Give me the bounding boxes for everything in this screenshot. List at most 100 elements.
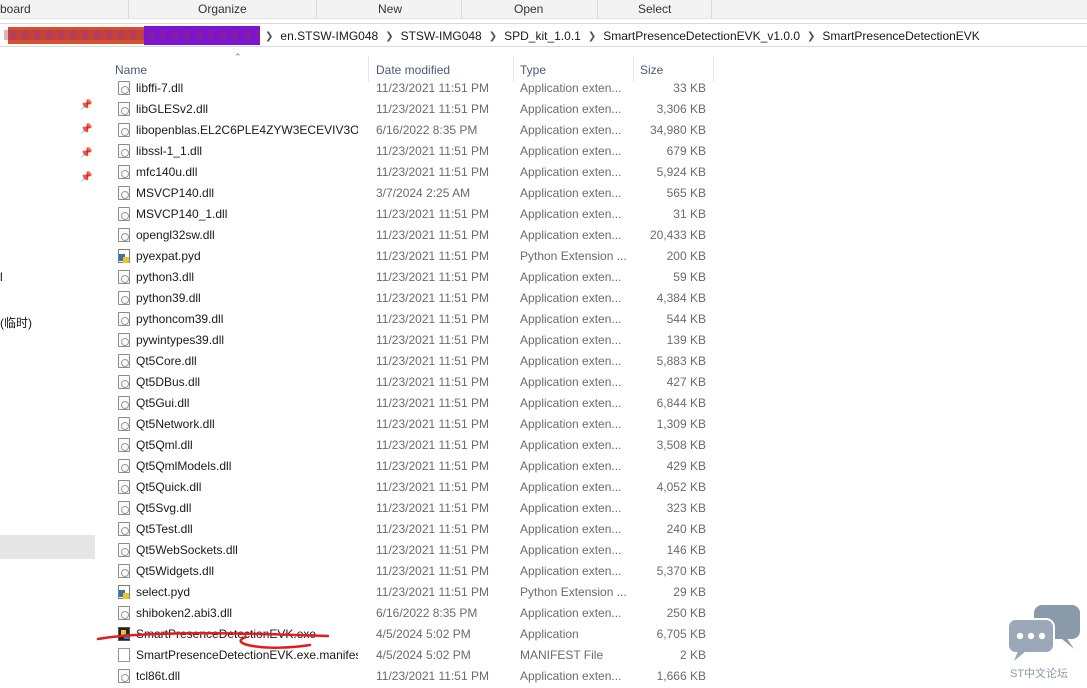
ribbon-group-clipboard[interactable]: board (0, 2, 31, 16)
pin-icon[interactable]: 📌 (80, 124, 92, 135)
breadcrumb-item[interactable]: SPD_kit_1.0.1 (504, 29, 581, 43)
file-name: Qt5WebSockets.dll (136, 543, 238, 557)
file-date-modified: 11/23/2021 11:51 PM (376, 375, 489, 389)
pin-icon[interactable]: 📌 (80, 172, 92, 183)
pin-icon[interactable]: 📌 (80, 100, 92, 111)
table-row[interactable]: Qt5Quick.dll 11/23/2021 11:51 PM Applicati… (97, 477, 717, 498)
file-name: pythoncom39.dll (136, 312, 224, 326)
column-header-type[interactable]: Type (520, 58, 546, 80)
table-row[interactable]: pyexpat.pyd 11/23/2021 11:51 PM Python Ext… (97, 246, 717, 267)
file-date-modified: 11/23/2021 11:51 PM (376, 564, 489, 578)
chevron-right-icon[interactable]: ❯ (265, 31, 273, 42)
table-row[interactable]: shiboken2.abi3.dll 6/16/2022 8:35 PM Appli… (97, 603, 717, 624)
table-row[interactable]: libssl-1_1.dll 11/23/2021 11:51 PM Applica… (97, 141, 717, 162)
file-size: 565 KB (666, 186, 706, 200)
file-date-modified: 11/23/2021 11:51 PM (376, 291, 489, 305)
table-row[interactable]: libGLESv2.dll 11/23/2021 11:51 PM Applicat… (97, 99, 717, 120)
chevron-right-icon[interactable]: ❯ (588, 31, 596, 42)
table-row[interactable]: Qt5WebSockets.dll 11/23/2021 11:51 PM Appl… (97, 540, 717, 561)
table-row[interactable]: Qt5QmlModels.dll 11/23/2021 11:51 PM Appli… (97, 456, 717, 477)
table-row[interactable]: pythoncom39.dll 11/23/2021 11:51 PM Applic… (97, 309, 717, 330)
file-date-modified: 6/16/2022 8:35 PM (376, 123, 478, 137)
pin-icon[interactable]: 📌 (80, 148, 92, 159)
nav-item-label[interactable]: l (0, 270, 3, 284)
file-size: 139 KB (666, 333, 706, 347)
file-type: Application exten... (520, 81, 622, 95)
ribbon-group-new[interactable]: New (378, 2, 402, 16)
address-bar[interactable]: ❯ en.STSW-IMG048 ❯ STSW-IMG048 ❯ SPD_kit… (0, 23, 1087, 47)
dll-file-icon (118, 186, 130, 200)
table-row[interactable]: opengl32sw.dll 11/23/2021 11:51 PM Applica… (97, 225, 717, 246)
redaction-scribble (4, 30, 260, 40)
table-row[interactable]: Qt5DBus.dll 11/23/2021 11:51 PM Applicatio… (97, 372, 717, 393)
ribbon-group-select[interactable]: Select (638, 2, 671, 16)
table-row[interactable]: libopenblas.EL2C6PLE4ZYW3ECEVIV3OX... 6/1… (97, 120, 717, 141)
file-date-modified: 11/23/2021 11:51 PM (376, 669, 489, 683)
watermark-label: ST中文论坛 (1010, 668, 1069, 680)
table-row[interactable]: tcl86t.dll 11/23/2021 11:51 PM Application… (97, 666, 717, 687)
file-size: 34,980 KB (649, 123, 706, 137)
chevron-right-icon[interactable]: ❯ (807, 31, 815, 42)
forum-watermark: ST中文论坛 (1004, 603, 1084, 683)
column-header-name[interactable]: Name (115, 58, 147, 80)
table-row[interactable]: libffi-7.dll 11/23/2021 11:51 PM Applicati… (97, 78, 717, 99)
table-row[interactable]: python3.dll 11/23/2021 11:51 PM Applicatio… (97, 267, 717, 288)
file-type: Python Extension ... (520, 585, 627, 599)
file-size: 20,433 KB (649, 228, 706, 242)
ribbon-divider (128, 0, 129, 19)
ribbon-group-organize[interactable]: Organize (198, 2, 247, 16)
file-size: 200 KB (666, 249, 706, 263)
file-size: 544 KB (666, 312, 706, 326)
file-size: 323 KB (666, 501, 706, 515)
file-name: libffi-7.dll (136, 81, 184, 95)
table-row[interactable]: pywintypes39.dll 11/23/2021 11:51 PM Appli… (97, 330, 717, 351)
table-row[interactable]: MSVCP140_1.dll 11/23/2021 11:51 PM Applica… (97, 204, 717, 225)
file-list[interactable]: ⌃ Name Date modified Type Size libffi-7.… (97, 48, 1087, 688)
chevron-right-icon[interactable]: ❯ (385, 31, 393, 42)
nav-item-selected[interactable] (0, 535, 95, 559)
table-row[interactable]: Qt5Gui.dll 11/23/2021 11:51 PM Application… (97, 393, 717, 414)
table-row[interactable]: Qt5Svg.dll 11/23/2021 11:51 PM Application… (97, 498, 717, 519)
file-date-modified: 11/23/2021 11:51 PM (376, 522, 489, 536)
table-row[interactable]: python39.dll 11/23/2021 11:51 PM Applicati… (97, 288, 717, 309)
file-date-modified: 11/23/2021 11:51 PM (376, 480, 489, 494)
file-size: 31 KB (673, 207, 706, 221)
chevron-right-icon[interactable]: ❯ (489, 31, 497, 42)
file-name: MSVCP140_1.dll (136, 207, 228, 221)
table-row[interactable]: Qt5Core.dll 11/23/2021 11:51 PM Applicatio… (97, 351, 717, 372)
breadcrumb-item[interactable]: STSW-IMG048 (401, 29, 482, 43)
ribbon-group-open[interactable]: Open (514, 2, 543, 16)
file-type: Application exten... (520, 144, 622, 158)
breadcrumb-item[interactable]: en.STSW-IMG048 (280, 29, 378, 43)
breadcrumb-item[interactable]: SmartPresenceDetectionEVK_v1.0.0 (603, 29, 800, 43)
column-header-date[interactable]: Date modified (376, 58, 450, 80)
file-size: 59 KB (673, 270, 706, 284)
file-name: Qt5Svg.dll (136, 501, 192, 515)
dll-file-icon (118, 312, 130, 326)
table-row[interactable]: SmartPresenceDetectionEVK.exe.manifest 4/… (97, 645, 717, 666)
file-size: 5,370 KB (656, 564, 706, 578)
table-row[interactable]: Qt5Test.dll 11/23/2021 11:51 PM Applicatio… (97, 519, 717, 540)
file-size: 33 KB (673, 81, 706, 95)
table-row[interactable]: select.pyd 11/23/2021 11:51 PM Python Exte… (97, 582, 717, 603)
table-row[interactable]: Qt5Widgets.dll 11/23/2021 11:51 PM Applica… (97, 561, 717, 582)
table-row[interactable]: SmartPresenceDetectionEVK.exe 4/5/2024 5:… (97, 624, 717, 645)
file-type: Application exten... (520, 123, 622, 137)
nav-item-label[interactable]: (临时) (0, 314, 32, 331)
file-size: 5,883 KB (656, 354, 706, 368)
file-size: 6,705 KB (656, 627, 706, 641)
file-size: 427 KB (666, 375, 706, 389)
file-type: Application exten... (520, 480, 622, 494)
file-size: 4,384 KB (656, 291, 706, 305)
file-date-modified: 11/23/2021 11:51 PM (376, 543, 489, 557)
file-date-modified: 11/23/2021 11:51 PM (376, 249, 489, 263)
breadcrumb-item[interactable]: SmartPresenceDetectionEVK (822, 29, 979, 43)
table-row[interactable]: Qt5Qml.dll 11/23/2021 11:51 PM Application… (97, 435, 717, 456)
table-row[interactable]: MSVCP140.dll 3/7/2024 2:25 AM Application … (97, 183, 717, 204)
table-row[interactable]: Qt5Network.dll 11/23/2021 11:51 PM Applica… (97, 414, 717, 435)
file-size: 4,052 KB (656, 480, 706, 494)
file-name: python3.dll (136, 270, 195, 284)
table-row[interactable]: mfc140u.dll 11/23/2021 11:51 PM Applicatio… (97, 162, 717, 183)
column-header-size[interactable]: Size (640, 58, 663, 80)
file-date-modified: 11/23/2021 11:51 PM (376, 270, 489, 284)
